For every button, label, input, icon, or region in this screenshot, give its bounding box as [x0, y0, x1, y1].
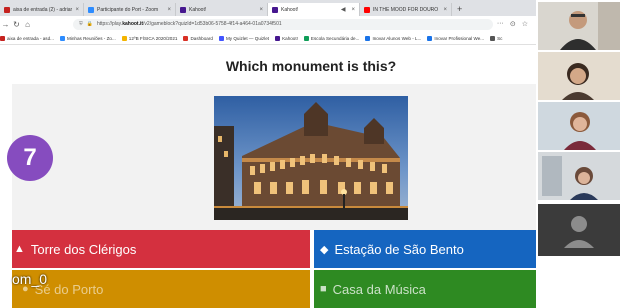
close-tab-icon[interactable]: ×: [75, 7, 79, 13]
school-icon: [303, 35, 309, 41]
answer-label: Casa da Música: [332, 281, 426, 297]
overlay-caption: om_0: [12, 271, 48, 287]
pocket-icon[interactable]: ⊙: [510, 20, 516, 28]
bookmark-item[interactable]: Inovar Alunos Web - L...: [365, 35, 421, 41]
browser-tab[interactable]: aixa de entrada (2) - adriana ×: [0, 3, 84, 16]
close-tab-icon[interactable]: ×: [351, 7, 355, 13]
participant-gallery: [536, 0, 622, 304]
close-tab-icon[interactable]: ×: [259, 7, 263, 13]
bookmark-item[interactable]: Dashboard: [183, 35, 213, 41]
answer-option-blue[interactable]: ◆ Estação de São Bento: [314, 230, 536, 268]
kahoot-icon: [275, 35, 281, 41]
answer-option-yellow[interactable]: ● Sé do Porto: [12, 270, 310, 308]
monument-photo: [214, 96, 408, 220]
browser-tab-active[interactable]: Kahoot! ◀ ×: [268, 3, 360, 16]
quizlet-icon: [218, 35, 224, 41]
browser-tab[interactable]: Kahoot! ×: [176, 3, 268, 16]
zoom-icon: [60, 35, 65, 41]
answer-option-red[interactable]: ▲ Torre dos Clérigos: [12, 230, 310, 268]
participant-video[interactable]: [538, 2, 620, 50]
participant-person-icon: [538, 152, 620, 200]
bookmark-item[interactable]: aixa de entrada - asd...: [0, 35, 54, 41]
browser-tab[interactable]: Participante do Port - Zoom ×: [84, 3, 176, 16]
tab-label: IN THE MOOD FOR DOURO: [373, 6, 439, 13]
tab-label: Kahoot!: [189, 6, 207, 13]
shield-icon: ⛨: [79, 21, 83, 27]
tab-label: Kahoot!: [281, 6, 299, 13]
folder-icon: [121, 35, 127, 41]
home-icon[interactable]: ⌂: [22, 20, 33, 29]
bookmark-item[interactable]: Sc: [490, 35, 502, 41]
triangle-icon: ▲: [14, 243, 25, 255]
answer-option-green[interactable]: ■ Casa da Música: [314, 270, 536, 308]
tab-label: Participante do Port - Zoom: [97, 6, 159, 13]
bookmark-item[interactable]: Kahoot!: [275, 35, 298, 41]
kahoot-favicon-icon: [272, 6, 278, 13]
address-bar[interactable]: ⛨ 🔒 https://play.kahoot.it/v2/gameblock?…: [73, 18, 493, 30]
reload-icon[interactable]: ↻: [11, 20, 22, 29]
lock-icon: 🔒: [86, 21, 93, 27]
inovar-icon: [365, 35, 371, 41]
default-avatar-icon: [564, 216, 594, 248]
close-tab-icon[interactable]: ×: [167, 7, 171, 13]
participant-person-icon: [538, 2, 620, 50]
bookmark-item[interactable]: Inovar Profissional We...: [427, 35, 484, 41]
bookmark-item[interactable]: Escola Secundária de...: [303, 35, 359, 41]
bookmark-item[interactable]: My Quizlet — Quizlet: [218, 35, 269, 41]
participant-video-off[interactable]: [538, 204, 620, 256]
browser-tab[interactable]: IN THE MOOD FOR DOURO ×: [360, 3, 452, 16]
browser-tab-strip: aixa de entrada (2) - adriana × Particip…: [0, 0, 536, 16]
question-title: Which monument is this?: [225, 58, 397, 74]
participant-video[interactable]: [538, 52, 620, 100]
tab-label: aixa de entrada (2) - adriana: [13, 6, 73, 13]
more-icon[interactable]: ···: [497, 20, 504, 28]
square-icon: ■: [320, 283, 327, 295]
bookmark-item[interactable]: 12ºB FÍSICA 2020/2021: [121, 35, 177, 41]
bookmark-star-icon[interactable]: ☆: [522, 20, 528, 28]
bookmark-item[interactable]: Minhas Reuniões - Zo...: [60, 35, 116, 41]
globe-icon: [490, 35, 496, 41]
participant-person-icon: [538, 52, 620, 100]
zoom-favicon-icon: [88, 6, 94, 13]
inovar-icon: [427, 35, 433, 41]
close-tab-icon[interactable]: ×: [443, 7, 447, 13]
bookmarks-bar: aixa de entrada - asd... Minhas Reuniões…: [0, 32, 536, 45]
gmail-favicon-icon: [4, 6, 10, 13]
answer-label: Estação de São Bento: [334, 241, 464, 257]
youtube-favicon-icon: [364, 6, 370, 13]
countdown-timer: 7: [7, 135, 53, 181]
answer-label: Torre dos Clérigos: [30, 241, 137, 257]
kahoot-favicon-icon: [180, 6, 186, 13]
speaker-icon: ◀: [340, 7, 346, 13]
url-text: https://play.kahoot.it/v2/gameblock?quiz…: [97, 21, 282, 27]
forward-arrow-icon[interactable]: →: [0, 20, 11, 29]
new-tab-icon[interactable]: +: [452, 3, 467, 16]
browser-toolbar: → ↻ ⌂ ⛨ 🔒 https://play.kahoot.it/v2/game…: [0, 16, 536, 32]
participant-person-icon: [538, 102, 620, 150]
diamond-icon: ◆: [320, 243, 329, 256]
participant-video[interactable]: [538, 152, 620, 200]
dashboard-icon: [183, 35, 189, 41]
participant-video[interactable]: [538, 102, 620, 150]
mail-icon: [0, 35, 5, 41]
